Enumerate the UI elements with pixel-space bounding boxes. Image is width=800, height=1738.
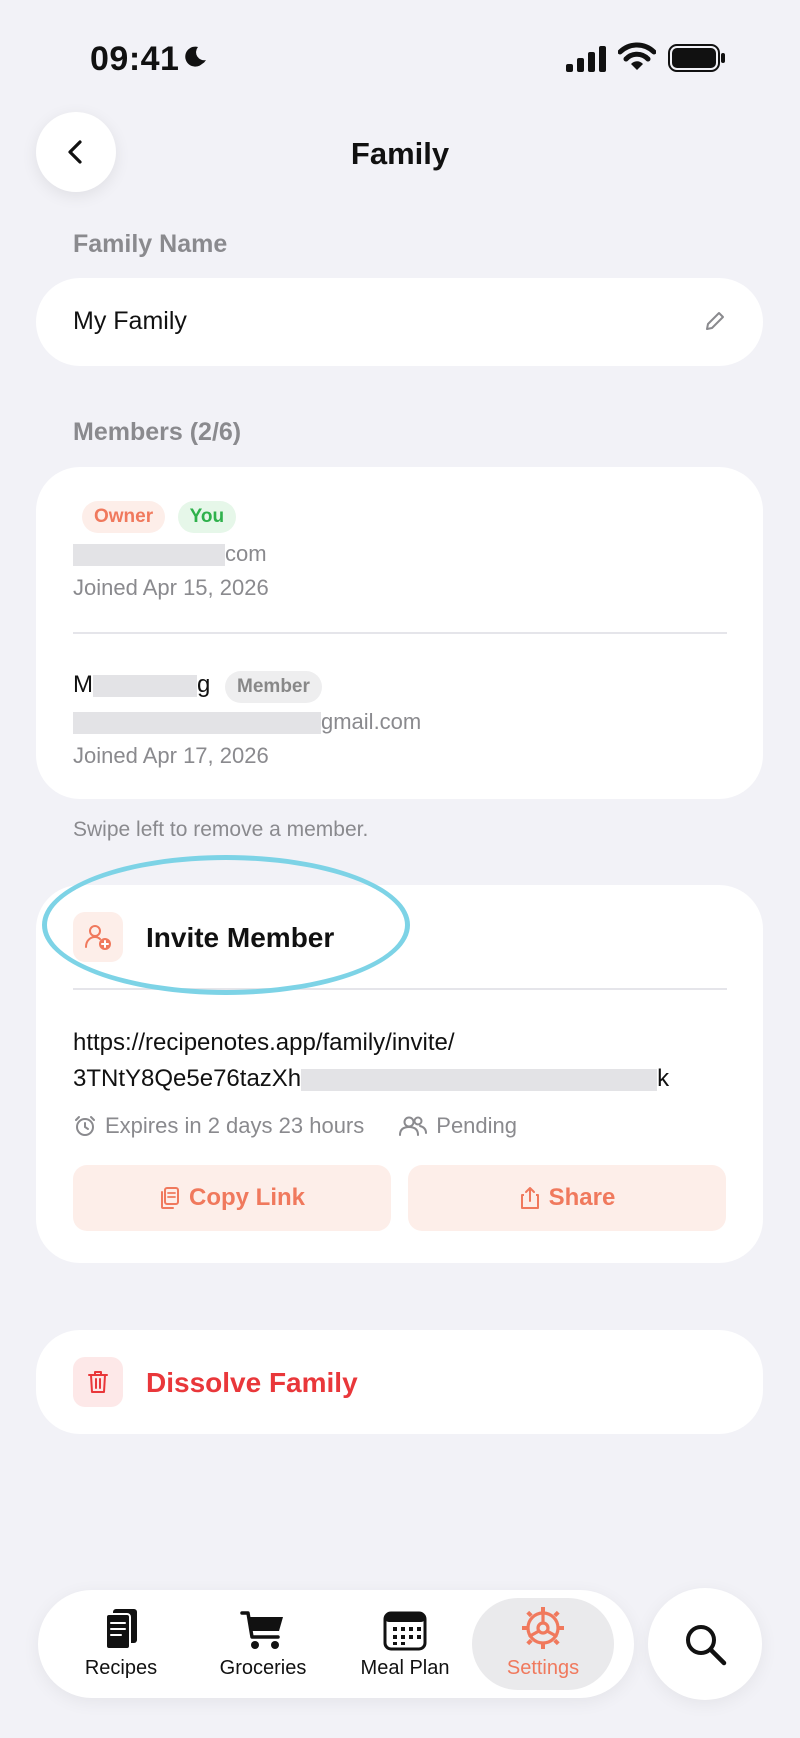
cart-icon	[240, 1611, 283, 1649]
member-name-prefix: M	[73, 671, 93, 698]
status-text: Pending	[436, 1113, 518, 1138]
member-name: Mg Member	[73, 671, 322, 703]
calendar-icon	[383, 1611, 427, 1651]
trash-icon	[88, 1371, 108, 1393]
family-name-value: My Family	[73, 307, 187, 335]
member-badge: Member	[225, 671, 322, 703]
owner-badge: Owner	[82, 501, 166, 533]
expiry-text: Expires in 2 days 23 hours	[105, 1113, 365, 1138]
invite-meta: Expires in 2 days 23 hours Pending	[73, 1113, 551, 1139]
tab-meal-plan-label: Meal Plan	[360, 1657, 450, 1679]
redacted-block	[93, 674, 197, 697]
dissolve-family-button[interactable]: Dissolve Family	[36, 1330, 763, 1434]
signal-icon	[566, 46, 606, 72]
copy-link-button[interactable]: Copy Link	[73, 1165, 391, 1231]
family-name-label: Family Name	[73, 230, 228, 258]
pencil-icon[interactable]	[703, 309, 727, 333]
copy-link-label: Copy Link	[188, 1184, 305, 1211]
invite-link-line1: https://recipenotes.app/family/invite/	[73, 1029, 455, 1056]
tab-groceries[interactable]: Groceries	[192, 1598, 334, 1690]
tab-settings-label: Settings	[506, 1657, 580, 1679]
copy-icon	[160, 1187, 179, 1209]
search-button[interactable]	[648, 1588, 762, 1700]
tab-bar: Recipes Groceries Meal Plan Settings	[38, 1590, 634, 1698]
members-list: Owner You com Joined Apr 15, 2026 Mg Mem…	[36, 467, 763, 799]
family-name-field[interactable]: My Family	[36, 278, 763, 366]
member-email: com	[73, 541, 267, 567]
invite-link-prefix: 3TNtY8Qe5e76tazXh	[73, 1065, 302, 1092]
wifi-icon	[618, 42, 656, 70]
battery-icon	[668, 44, 725, 72]
invite-link-line2: 3TNtY8Qe5e76tazXh k	[73, 1061, 733, 1097]
expiry-info: Expires in 2 days 23 hours	[73, 1113, 364, 1139]
tab-recipes-label: Recipes	[84, 1657, 158, 1679]
member-joined: Joined Apr 15, 2026	[73, 575, 269, 600]
member-email-suffix: com	[225, 541, 267, 566]
you-badge: You	[177, 501, 237, 533]
moon-icon	[185, 46, 206, 67]
recipes-icon	[105, 1609, 137, 1650]
status-bar: 09:41	[0, 0, 800, 110]
invite-link-suffix: k	[657, 1065, 670, 1092]
dissolve-icon-box	[73, 1357, 123, 1407]
share-label: Share	[548, 1184, 616, 1211]
member-email: gmail.com	[73, 709, 421, 735]
tab-settings[interactable]: Settings	[472, 1598, 614, 1690]
page-title: Family	[350, 136, 450, 171]
alarm-clock-icon	[75, 1116, 95, 1136]
divider	[73, 632, 727, 634]
members-label: Members (2/6)	[73, 418, 242, 446]
share-button[interactable]: Share	[408, 1165, 726, 1231]
status-info: Pending	[398, 1113, 517, 1139]
dissolve-family-label: Dissolve Family	[146, 1367, 358, 1398]
redacted-block	[301, 1068, 658, 1091]
gear-icon	[522, 1607, 564, 1649]
member-name-suffix: g	[197, 671, 211, 698]
member-email-suffix: gmail.com	[321, 709, 422, 734]
redacted-block	[73, 712, 321, 735]
tab-meal-plan[interactable]: Meal Plan	[334, 1598, 476, 1690]
tab-groceries-label: Groceries	[219, 1657, 307, 1679]
redacted-block	[73, 544, 225, 567]
member-joined: Joined Apr 17, 2026	[73, 743, 269, 768]
users-icon	[399, 1116, 428, 1136]
swipe-hint: Swipe left to remove a member.	[73, 818, 369, 841]
invite-link: https://recipenotes.app/family/invite/ 3…	[73, 1025, 733, 1097]
highlight-annotation	[42, 855, 410, 995]
search-icon	[686, 1625, 727, 1666]
status-time: 09:41	[90, 40, 180, 78]
tab-recipes[interactable]: Recipes	[50, 1598, 192, 1690]
share-icon	[520, 1187, 539, 1209]
